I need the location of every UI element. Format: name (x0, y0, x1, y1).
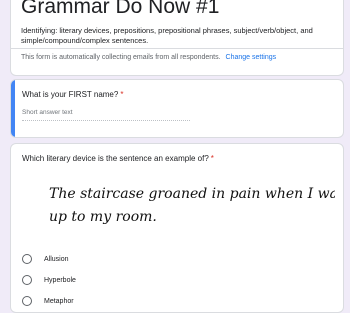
sentence-line-2: up to my room. (49, 209, 157, 225)
radio-button[interactable] (22, 296, 32, 306)
header-divider (11, 48, 343, 49)
option-allusion[interactable]: Allusion (22, 252, 222, 266)
question-title: What is your FIRST name? * (22, 90, 123, 99)
required-asterisk: * (210, 154, 214, 163)
question-card-first-name: What is your FIRST name? * Short answer t… (10, 79, 344, 138)
radio-button[interactable] (22, 275, 32, 285)
change-settings-link[interactable]: Change settings (226, 54, 277, 61)
option-label: Hyperbole (44, 276, 76, 284)
question-card-literary-device: Which literary device is the sentence an… (10, 143, 344, 313)
question-title-text: What is your FIRST name? (22, 90, 119, 99)
form-header-card: Grammar Do Now #1 Identifying: literary … (10, 0, 344, 76)
required-asterisk: * (120, 90, 124, 99)
form-description: Identifying: literary devices, prepositi… (21, 26, 313, 45)
email-notice-text: This form is automatically collecting em… (21, 54, 221, 61)
option-label: Metaphor (44, 297, 74, 305)
option-hyperbole[interactable]: Hyperbole (22, 273, 222, 287)
short-answer-field[interactable]: Short answer text (22, 109, 190, 121)
question-image: The staircase groaned in pain when I wal… (21, 170, 335, 256)
sentence-line-1: The staircase groaned in pain when I wal… (49, 186, 335, 202)
option-label: Allusion (44, 255, 69, 263)
form-title: Grammar Do Now #1 (21, 0, 220, 18)
active-question-accent (11, 80, 15, 137)
radio-button[interactable] (22, 254, 32, 264)
email-notice: This form is automatically collecting em… (21, 54, 276, 61)
question-title: Which literary device is the sentence an… (22, 154, 214, 163)
question-title-text: Which literary device is the sentence an… (22, 154, 209, 163)
